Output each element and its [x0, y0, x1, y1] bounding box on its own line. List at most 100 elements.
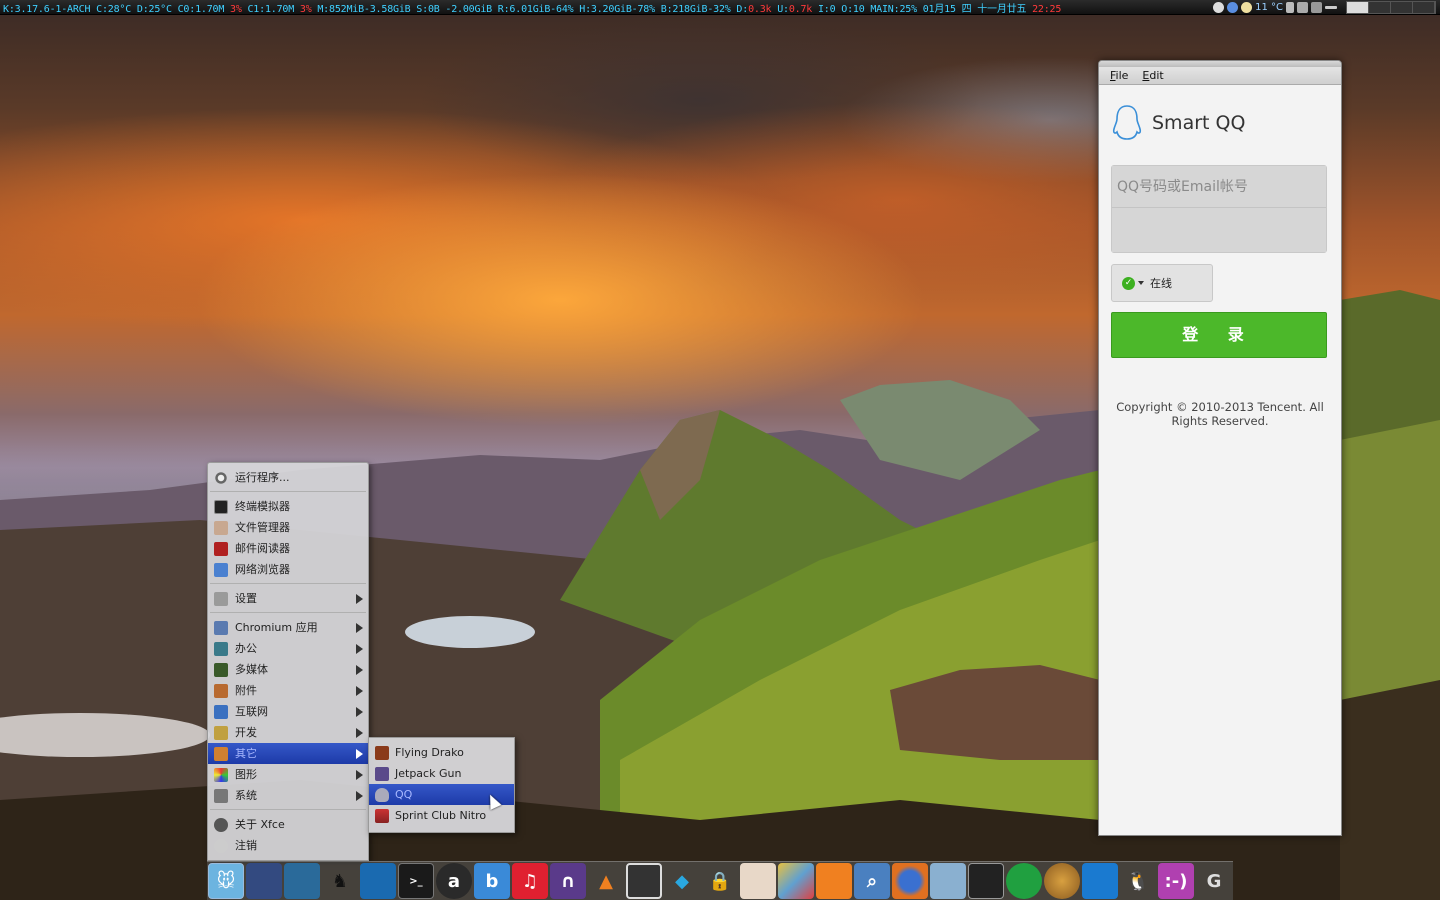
workspace-3[interactable]	[1391, 2, 1413, 13]
internet-icon	[214, 705, 228, 719]
menu-item-multimedia[interactable]: 多媒体	[208, 659, 368, 680]
tray-weather-icon[interactable]	[1241, 2, 1253, 13]
menu-item-label: 邮件阅读器	[235, 542, 290, 555]
qq-penguin-icon[interactable]: 🐧	[1120, 863, 1156, 899]
screenshot-icon[interactable]	[284, 863, 320, 899]
menu-separator	[210, 612, 366, 613]
menu-item-system[interactable]: 系统	[208, 785, 368, 806]
weather-temp[interactable]: 11 °C	[1255, 2, 1283, 13]
chevron-right-icon	[356, 728, 363, 738]
tv-icon[interactable]	[626, 863, 662, 899]
calculator-icon[interactable]	[246, 863, 282, 899]
menu-item-label: 设置	[235, 592, 257, 605]
menu-item-label: 注销	[235, 839, 257, 852]
monitor-text: C1:1.70M	[241, 3, 300, 15]
rss-icon[interactable]	[816, 863, 852, 899]
menu-file[interactable]: File	[1110, 69, 1128, 82]
monitor-text: U:	[771, 3, 789, 15]
menu-item-settings[interactable]: 设置	[208, 588, 368, 609]
waveform-icon[interactable]	[360, 863, 396, 899]
tray-pen-icon[interactable]	[1325, 6, 1337, 9]
menu-item-about[interactable]: 关于 Xfce	[208, 814, 368, 835]
status-dropdown[interactable]: ✓ 在线	[1111, 264, 1213, 302]
submenu-item-jetpack-gun[interactable]: Jetpack Gun	[369, 763, 514, 784]
qq-penguin-icon	[375, 788, 389, 802]
music-icon[interactable]: ♫	[512, 863, 548, 899]
login-button[interactable]: 登 录	[1111, 312, 1327, 358]
menu-item-graphics[interactable]: 图形	[208, 764, 368, 785]
menu-item-development[interactable]: 开发	[208, 722, 368, 743]
chevron-right-icon	[356, 594, 363, 604]
menu-item-accessories[interactable]: 附件	[208, 680, 368, 701]
monitor-text: M:852MiB-3.58GiB S:0B -2.00GiB R:6.01GiB…	[311, 3, 749, 15]
menu-item-files[interactable]: 文件管理器	[208, 517, 368, 538]
development-icon	[214, 726, 228, 740]
vlc-icon[interactable]: ▲	[588, 863, 624, 899]
menu-item-browser[interactable]: 网络浏览器	[208, 559, 368, 580]
tray-network-icon[interactable]	[1227, 2, 1239, 13]
gear-icon	[214, 471, 228, 485]
chromium-icon	[214, 621, 228, 635]
menu-separator	[210, 491, 366, 492]
submenu-other: Flying Drako Jetpack Gun QQ Sprint Club …	[368, 737, 515, 833]
search-icon[interactable]: ⌕	[854, 863, 890, 899]
menu-item-logout[interactable]: 注销	[208, 835, 368, 856]
tray-usb-icon[interactable]	[1311, 2, 1322, 13]
eye-icon[interactable]	[740, 863, 776, 899]
menu-item-run[interactable]: 运行程序...	[208, 467, 368, 488]
qq-settings-icon[interactable]	[930, 863, 966, 899]
monitor-upload: 0.7k	[788, 3, 813, 15]
menu-item-label: QQ	[395, 788, 413, 801]
tray-record-icon[interactable]	[1213, 2, 1225, 13]
bottom-dock: 🐭 ♞ >_ a b ♫ ∩ ▲ ◆ 🔒 ⌕ 🐧 :-) G	[207, 861, 1233, 900]
audacity-icon[interactable]: a	[436, 863, 472, 899]
menu-item-office[interactable]: 办公	[208, 638, 368, 659]
menu-item-mail[interactable]: 邮件阅读器	[208, 538, 368, 559]
submenu-item-flying-drako[interactable]: Flying Drako	[369, 742, 514, 763]
bing-icon[interactable]: b	[474, 863, 510, 899]
chat-icon[interactable]: :-)	[1158, 863, 1194, 899]
menu-item-chromium[interactable]: Chromium 应用	[208, 617, 368, 638]
menu-item-internet[interactable]: 互联网	[208, 701, 368, 722]
cloud-icon[interactable]	[1006, 863, 1042, 899]
xfce-app-menu: 运行程序... 终端模拟器 文件管理器 邮件阅读器 网络浏览器 设置 Chrom…	[207, 462, 369, 861]
paint-icon[interactable]	[778, 863, 814, 899]
menu-item-other[interactable]: 其它	[208, 743, 368, 764]
accessories-icon	[214, 684, 228, 698]
terminal-icon[interactable]: >_	[398, 863, 434, 899]
menu-item-label: Jetpack Gun	[395, 767, 462, 780]
office-icon	[214, 642, 228, 656]
headphones-icon[interactable]: ∩	[550, 863, 586, 899]
check-icon: ✓	[1122, 276, 1135, 290]
password-input[interactable]	[1112, 208, 1326, 252]
menu-item-label: 关于 Xfce	[235, 818, 285, 831]
account-input[interactable]	[1112, 166, 1326, 208]
workspace-4[interactable]	[1413, 2, 1435, 13]
tray-printer-icon[interactable]	[1297, 2, 1308, 13]
chevron-down-icon	[1138, 281, 1144, 285]
menu-item-terminal[interactable]: 终端模拟器	[208, 496, 368, 517]
system-monitor: K:3.17.6-1-ARCH C:28°C D:25°C C0:1.70M 3…	[0, 0, 1061, 15]
settings-icon	[214, 592, 228, 606]
chart-icon[interactable]	[1082, 863, 1118, 899]
firefox-icon[interactable]	[892, 863, 928, 899]
xfce-start-icon[interactable]: 🐭	[208, 863, 244, 899]
google-icon[interactable]: G	[1196, 863, 1232, 899]
menu-item-label: 办公	[235, 642, 257, 655]
workspace-switcher[interactable]	[1346, 1, 1436, 14]
monitor-icon[interactable]	[968, 863, 1004, 899]
menu-item-label: 图形	[235, 768, 257, 781]
menu-item-label: 网络浏览器	[235, 563, 290, 576]
tray-clipboard-icon[interactable]	[1286, 2, 1294, 13]
nut-icon[interactable]	[1044, 863, 1080, 899]
multimedia-icon	[214, 663, 228, 677]
kodi-icon[interactable]: ◆	[664, 863, 700, 899]
workspace-2[interactable]	[1369, 2, 1391, 13]
workspace-1[interactable]	[1347, 2, 1369, 13]
monitor-download: 0.3k	[748, 3, 772, 15]
chevron-right-icon	[356, 623, 363, 633]
smart-qq-window: File Edit Smart QQ ✓ 在线 登 录 Copyright © …	[1098, 60, 1342, 836]
menu-edit[interactable]: Edit	[1142, 69, 1163, 82]
lock-icon[interactable]: 🔒	[702, 863, 738, 899]
tux-icon[interactable]: ♞	[322, 863, 358, 899]
